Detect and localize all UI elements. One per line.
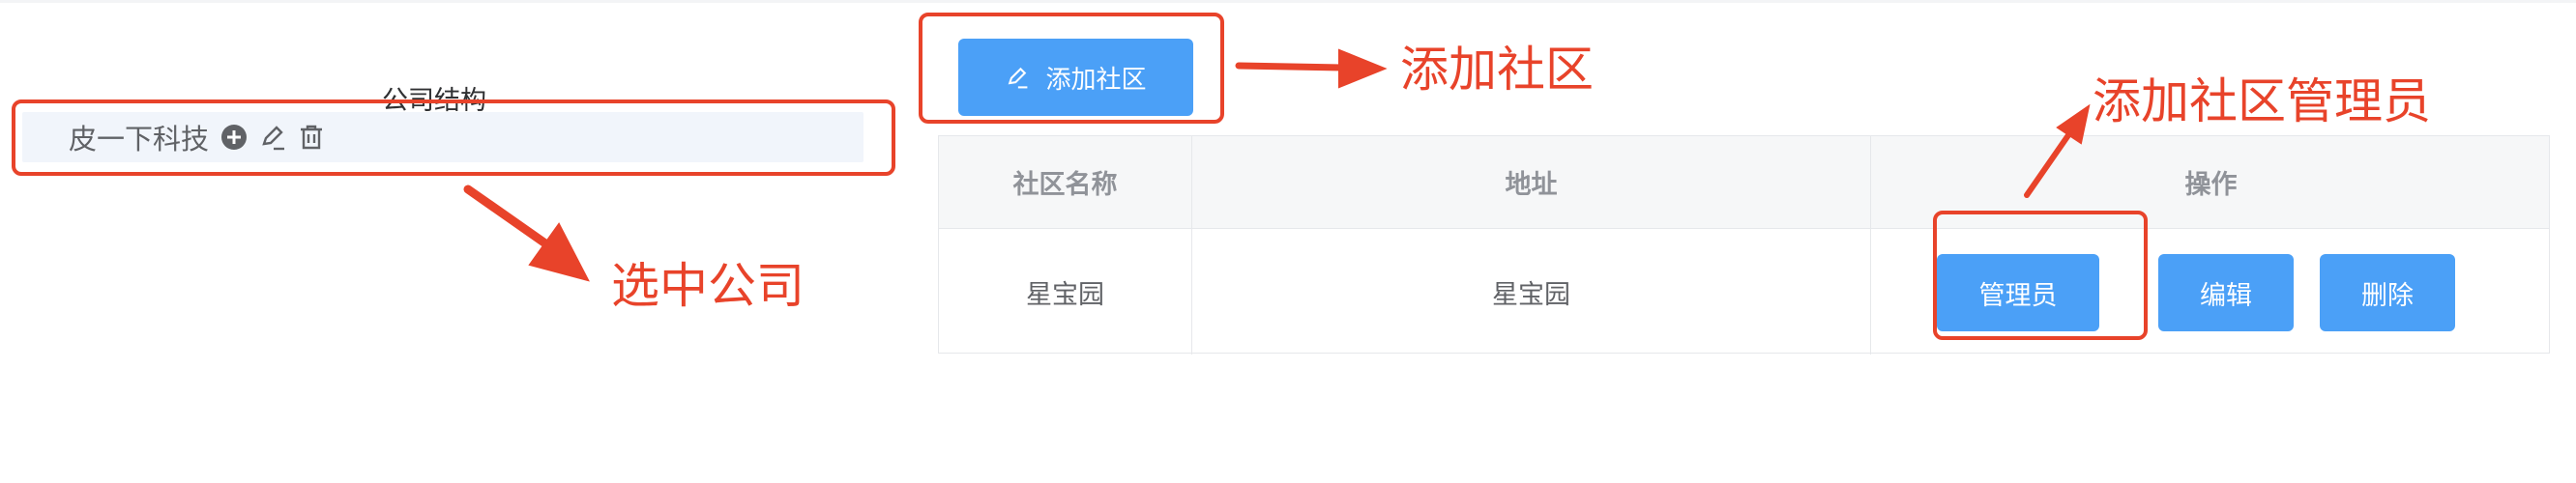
arrow-select-company-head (528, 222, 590, 282)
header-address: 地址 (1192, 136, 1871, 228)
community-table: 社区名称 地址 操作 星宝园 星宝园 管理员 编辑 删除 (938, 135, 2550, 355)
annotation-add-community: 添加社区 (1400, 42, 1594, 98)
delete-button[interactable]: 删除 (2320, 254, 2455, 331)
cell-address: 星宝园 (1192, 229, 1871, 355)
annotation-select-company: 选中公司 (611, 258, 805, 314)
arrow-add-community-head (1338, 48, 1388, 89)
highlight-add-button (919, 13, 1224, 124)
edit-button[interactable]: 编辑 (2158, 254, 2294, 331)
annotation-add-admin: 添加社区管理员 (2093, 73, 2431, 129)
table-header: 社区名称 地址 操作 (939, 136, 2549, 229)
highlight-company-node (12, 99, 895, 176)
cell-community-name: 星宝园 (939, 229, 1192, 355)
arrow-select-company (463, 185, 550, 248)
highlight-admin-button (1933, 211, 2148, 340)
top-divider (0, 0, 2576, 3)
header-community-name: 社区名称 (939, 136, 1192, 228)
arrow-add-community (1235, 62, 1346, 71)
table-row: 星宝园 星宝园 (939, 229, 2549, 355)
